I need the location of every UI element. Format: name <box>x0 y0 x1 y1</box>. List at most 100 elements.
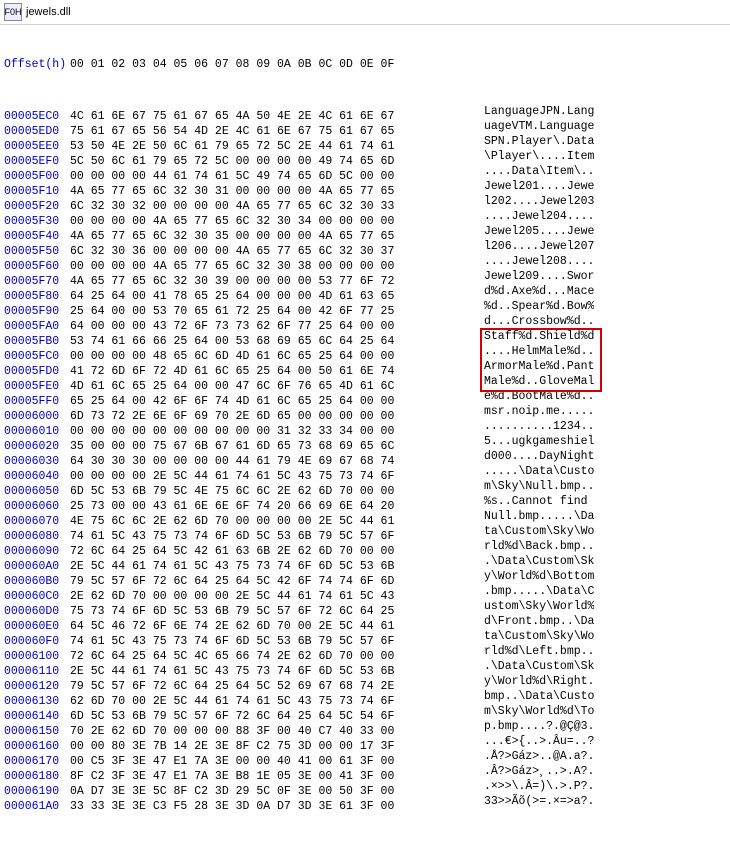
ascii-cell[interactable]: l202....Jewel203 <box>470 194 594 209</box>
header-row: Offset(h)00 01 02 03 04 05 06 07 08 09 0… <box>4 57 730 72</box>
hex-row[interactable]: 000061900A D7 3E 3E 5C 8F C2 3D 29 5C 0F… <box>4 779 730 794</box>
hex-row[interactable]: 00005FB053 74 61 66 66 25 64 00 53 68 69… <box>4 329 730 344</box>
ascii-cell[interactable]: d...Crossbow%d.. <box>470 314 594 329</box>
hex-row[interactable]: 0000615070 2E 62 6D 70 00 00 00 88 3F 00… <box>4 719 730 734</box>
hex-row[interactable]: 0000601000 00 00 00 00 00 00 00 00 00 31… <box>4 419 730 434</box>
ascii-cell[interactable]: Jewel205....Jewe <box>470 224 594 239</box>
ascii-cell[interactable]: y\World%d\Bottom <box>470 569 594 584</box>
bytes-cell[interactable]: 33 33 3E 3E C3 F5 28 3E 3D 0A D7 3D 3E 6… <box>70 799 470 814</box>
hex-row[interactable]: 0000606025 73 00 00 43 61 6E 6E 6F 74 20… <box>4 494 730 509</box>
ascii-cell[interactable]: ustom\Sky\World% <box>470 599 594 614</box>
hex-row[interactable]: 00005F206C 32 30 32 00 00 00 00 4A 65 77… <box>4 194 730 209</box>
ascii-cell[interactable]: 5...ugkgameshiel <box>470 434 594 449</box>
hex-row[interactable]: 0000602035 00 00 00 75 67 6B 67 61 6D 65… <box>4 434 730 449</box>
ascii-cell[interactable]: y\World%d\Right. <box>470 674 594 689</box>
ascii-cell[interactable]: ....Jewel204.... <box>470 209 594 224</box>
ascii-cell[interactable]: m\Sky\Null.bmp.. <box>470 479 594 494</box>
ascii-cell[interactable]: ....Jewel208.... <box>470 254 594 269</box>
hex-row[interactable]: 00005FE04D 61 6C 65 25 64 00 00 47 6C 6F… <box>4 374 730 389</box>
ascii-cell[interactable]: \Player\....Item <box>470 149 594 164</box>
hex-row[interactable]: 00005EF05C 50 6C 61 79 65 72 5C 00 00 00… <box>4 149 730 164</box>
hex-row[interactable]: 000060006D 73 72 2E 6E 6F 69 70 2E 6D 65… <box>4 404 730 419</box>
hex-row[interactable]: 000060506D 5C 53 6B 79 5C 4E 75 6C 6C 2E… <box>4 479 730 494</box>
hex-row[interactable]: 000060A02E 5C 44 61 74 61 5C 43 75 73 74… <box>4 554 730 569</box>
ascii-cell[interactable]: Jewel209....Swor <box>470 269 594 284</box>
offset-header: Offset(h) <box>4 57 70 72</box>
hex-row[interactable]: 00005F704A 65 77 65 6C 32 30 39 00 00 00… <box>4 269 730 284</box>
hex-row[interactable]: 00005F104A 65 77 65 6C 32 30 31 00 00 00… <box>4 179 730 194</box>
ascii-cell[interactable]: ...€>{..>.Âu=..? <box>470 734 594 749</box>
hex-row[interactable]: 0000616000 00 80 3E 7B 14 2E 3E 8F C2 75… <box>4 734 730 749</box>
ascii-cell[interactable]: LanguageJPN.Lang <box>470 104 594 119</box>
ascii-cell[interactable]: rld%d\Back.bmp.. <box>470 539 594 554</box>
hex-row[interactable]: 00005EE053 50 4E 2E 50 6C 61 79 65 72 5C… <box>4 134 730 149</box>
ascii-cell[interactable]: .\Data\Custom\Sk <box>470 659 594 674</box>
hex-row[interactable]: 0000610072 6C 64 25 64 5C 4C 65 66 74 2E… <box>4 644 730 659</box>
ascii-cell[interactable]: .\Data\Custom\Sk <box>470 554 594 569</box>
hex-row[interactable]: 00005F0000 00 00 00 44 61 74 61 5C 49 74… <box>4 164 730 179</box>
hex-row[interactable]: 00005EC04C 61 6E 67 75 61 67 65 4A 50 4E… <box>4 104 730 119</box>
hex-row[interactable]: 000061406D 5C 53 6B 79 5C 57 6F 72 6C 64… <box>4 704 730 719</box>
ascii-cell[interactable]: Staff%d.Shield%d <box>470 329 594 344</box>
ascii-cell[interactable]: bmp..\Data\Custo <box>470 689 594 704</box>
ascii-cell[interactable]: ta\Custom\Sky\Wo <box>470 524 594 539</box>
ascii-cell[interactable]: msr.noip.me..... <box>470 404 594 419</box>
ascii-cell[interactable]: e%d.BootMale%d.. <box>470 389 594 404</box>
ascii-cell[interactable]: d\Front.bmp..\Da <box>470 614 594 629</box>
ascii-cell[interactable]: ....HelmMale%d.. <box>470 344 594 359</box>
hex-row[interactable]: 0000617000 C5 3F 3E 47 E1 7A 3E 00 00 40… <box>4 749 730 764</box>
hex-row[interactable]: 000060704E 75 6C 6C 2E 62 6D 70 00 00 00… <box>4 509 730 524</box>
hex-row[interactable]: 00005FA064 00 00 00 43 72 6F 73 73 62 6F… <box>4 314 730 329</box>
ascii-cell[interactable]: %d..Spear%d.Bow% <box>470 299 594 314</box>
ascii-cell[interactable]: d%d.Axe%d...Mace <box>470 284 594 299</box>
window-title: jewels.dll <box>26 6 71 18</box>
ascii-cell[interactable]: rld%d\Left.bmp.. <box>470 644 594 659</box>
ascii-cell[interactable]: m\Sky\World%d\To <box>470 704 594 719</box>
hex-row[interactable]: 00005FD041 72 6D 6F 72 4D 61 6C 65 25 64… <box>4 359 730 374</box>
ascii-cell[interactable]: 33>>Ãõ(>=.×=>a?. <box>470 794 594 809</box>
ascii-cell[interactable]: ....Data\Item\.. <box>470 164 594 179</box>
ascii-cell[interactable]: .Å?>Gáz>..@A.a?. <box>470 749 594 764</box>
hex-row[interactable]: 00005F3000 00 00 00 4A 65 77 65 6C 32 30… <box>4 209 730 224</box>
hex-row[interactable]: 0000603064 30 30 30 00 00 00 00 44 61 79… <box>4 449 730 464</box>
title-bar: F0H jewels.dll <box>0 0 730 25</box>
ascii-cell[interactable]: p.bmp....?.@Ç@3. <box>470 719 594 734</box>
hex-row[interactable]: 0000613062 6D 70 00 2E 5C 44 61 74 61 5C… <box>4 689 730 704</box>
ascii-cell[interactable]: uageVTM.Language <box>470 119 594 134</box>
hex-row[interactable]: 000060B079 5C 57 6F 72 6C 64 25 64 5C 42… <box>4 569 730 584</box>
hex-row[interactable]: 000060C02E 62 6D 70 00 00 00 00 2E 5C 44… <box>4 584 730 599</box>
ascii-cell[interactable]: ..........1234.. <box>470 419 594 434</box>
ascii-cell[interactable]: .....\Data\Custo <box>470 464 594 479</box>
hex-row[interactable]: 00005ED075 61 67 65 56 54 4D 2E 4C 61 6E… <box>4 119 730 134</box>
ascii-cell[interactable]: d000....DayNight <box>470 449 594 464</box>
ascii-cell[interactable]: .bmp.....\Data\C <box>470 584 594 599</box>
hex-row[interactable]: 0000609072 6C 64 25 64 5C 42 61 63 6B 2E… <box>4 539 730 554</box>
hex-row[interactable]: 000061A033 33 3E 3E C3 F5 28 3E 3D 0A D7… <box>4 794 730 809</box>
hex-row[interactable]: 000060F074 61 5C 43 75 73 74 6F 6D 5C 53… <box>4 629 730 644</box>
hex-row[interactable]: 000060E064 5C 46 72 6F 6E 74 2E 62 6D 70… <box>4 614 730 629</box>
hex-row[interactable]: 000061808F C2 3F 3E 47 E1 7A 3E B8 1E 05… <box>4 764 730 779</box>
hex-viewer[interactable]: Offset(h)00 01 02 03 04 05 06 07 08 09 0… <box>0 25 730 843</box>
hex-row[interactable]: 00005FC000 00 00 00 48 65 6C 6D 4D 61 6C… <box>4 344 730 359</box>
ascii-cell[interactable]: .Â?>Gáz>¸..>.A?. <box>470 764 594 779</box>
hex-row[interactable]: 000060D075 73 74 6F 6D 5C 53 6B 79 5C 57… <box>4 599 730 614</box>
hex-row[interactable]: 00005F8064 25 64 00 41 78 65 25 64 00 00… <box>4 284 730 299</box>
ascii-cell[interactable]: l206....Jewel207 <box>470 239 594 254</box>
ascii-cell[interactable]: Null.bmp.....\Da <box>470 509 594 524</box>
hex-row[interactable]: 0000612079 5C 57 6F 72 6C 64 25 64 5C 52… <box>4 674 730 689</box>
ascii-cell[interactable]: Male%d..GloveMal <box>470 374 594 389</box>
ascii-cell[interactable]: SPN.Player\.Data <box>470 134 594 149</box>
ascii-cell[interactable]: ta\Custom\Sky\Wo <box>470 629 594 644</box>
hex-row[interactable]: 000061102E 5C 44 61 74 61 5C 43 75 73 74… <box>4 659 730 674</box>
ascii-cell[interactable]: .×>>\.Â=)\.>.P?. <box>470 779 594 794</box>
ascii-cell[interactable]: Jewel201....Jewe <box>470 179 594 194</box>
hex-row[interactable]: 00005F506C 32 30 36 00 00 00 00 4A 65 77… <box>4 239 730 254</box>
hex-row[interactable]: 00005FF065 25 64 00 42 6F 6F 74 4D 61 6C… <box>4 389 730 404</box>
hex-row[interactable]: 0000604000 00 00 00 2E 5C 44 61 74 61 5C… <box>4 464 730 479</box>
hex-row[interactable]: 00005F404A 65 77 65 6C 32 30 35 00 00 00… <box>4 224 730 239</box>
ascii-cell[interactable]: %s..Cannot find <box>470 494 594 509</box>
ascii-cell[interactable]: ArmorMale%d.Pant <box>470 359 594 374</box>
hex-row[interactable]: 00005F6000 00 00 00 4A 65 77 65 6C 32 30… <box>4 254 730 269</box>
hex-row[interactable]: 0000608074 61 5C 43 75 73 74 6F 6D 5C 53… <box>4 524 730 539</box>
hex-row[interactable]: 00005F9025 64 00 00 53 70 65 61 72 25 64… <box>4 299 730 314</box>
